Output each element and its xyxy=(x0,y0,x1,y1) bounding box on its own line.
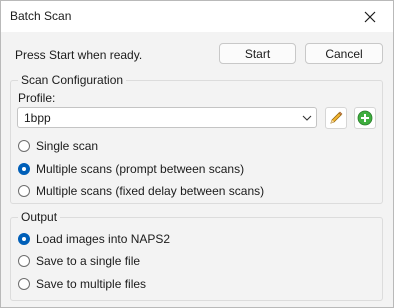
start-button[interactable]: Start xyxy=(219,43,296,64)
profile-select[interactable]: 1bpp xyxy=(17,107,317,128)
status-text: Press Start when ready. xyxy=(15,48,143,62)
edit-profile-button[interactable] xyxy=(325,107,347,129)
radio-single-scan[interactable]: Single scan xyxy=(18,139,98,153)
radio-label: Save to multiple files xyxy=(36,277,147,291)
window-title: Batch Scan xyxy=(10,9,72,23)
radio-label: Multiple scans (prompt between scans) xyxy=(36,162,245,176)
batch-scan-window: Batch Scan Press Start when ready. Start… xyxy=(0,0,394,308)
plus-icon xyxy=(357,110,373,126)
radio-label: Save to a single file xyxy=(36,254,141,268)
radio-button-checked[interactable] xyxy=(18,163,30,175)
radio-label: Multiple scans (fixed delay between scan… xyxy=(36,184,265,198)
radio-button[interactable] xyxy=(18,185,30,197)
cancel-button[interactable]: Cancel xyxy=(305,43,383,64)
output-title: Output xyxy=(18,210,61,224)
add-profile-button[interactable] xyxy=(354,107,376,129)
radio-save-multiple[interactable]: Save to multiple files xyxy=(18,277,146,291)
dialog-content: Press Start when ready. Start Cancel Sca… xyxy=(1,32,393,307)
radio-button[interactable] xyxy=(18,140,30,152)
radio-button[interactable] xyxy=(18,278,30,290)
radio-multiple-delay[interactable]: Multiple scans (fixed delay between scan… xyxy=(18,184,264,198)
close-icon xyxy=(364,11,376,22)
title-bar: Batch Scan xyxy=(1,1,393,32)
scan-configuration-title: Scan Configuration xyxy=(18,73,127,87)
radio-label: Single scan xyxy=(36,139,99,153)
close-button[interactable] xyxy=(347,1,393,32)
radio-button[interactable] xyxy=(18,255,30,267)
radio-multiple-prompt[interactable]: Multiple scans (prompt between scans) xyxy=(18,162,244,176)
radio-save-single[interactable]: Save to a single file xyxy=(18,254,140,268)
chevron-down-icon xyxy=(298,115,316,121)
profile-label: Profile: xyxy=(18,91,56,105)
profile-select-value: 1bpp xyxy=(24,110,51,125)
radio-button-checked[interactable] xyxy=(18,233,30,245)
pencil-icon xyxy=(330,111,343,124)
radio-load-naps2[interactable]: Load images into NAPS2 xyxy=(18,232,170,246)
radio-label: Load images into NAPS2 xyxy=(36,232,171,246)
